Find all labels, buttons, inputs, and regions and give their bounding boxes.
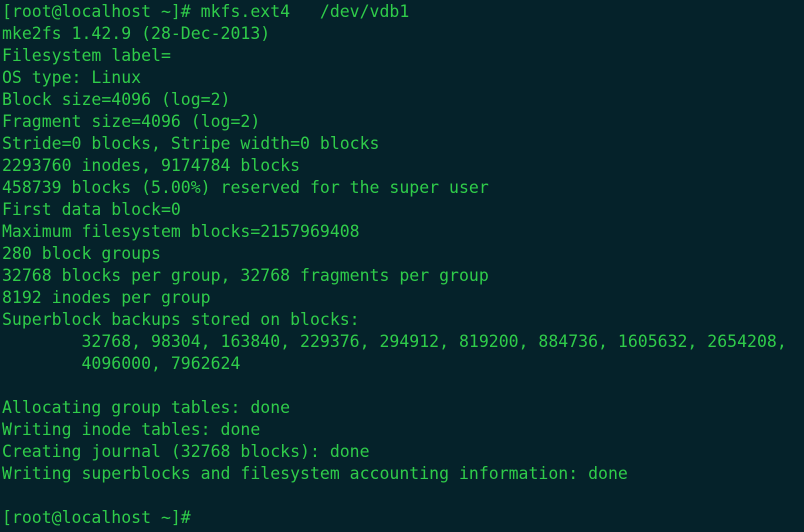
terminal-line-writing-superblocks: Writing superblocks and filesystem accou… [2, 463, 804, 485]
terminal-line-blocks-per-group: 32768 blocks per group, 32768 fragments … [2, 265, 804, 287]
terminal-line-blank-1 [2, 375, 804, 397]
terminal-window[interactable]: [root@localhost ~]# mkfs.ext4 /dev/vdb1 … [0, 0, 804, 532]
terminal-line-inodes-blocks: 2293760 inodes, 9174784 blocks [2, 155, 804, 177]
terminal-prompt-line[interactable]: [root@localhost ~]# [2, 507, 804, 529]
terminal-line-stride-stripe: Stride=0 blocks, Stripe width=0 blocks [2, 133, 804, 155]
terminal-line-allocating-group-tables: Allocating group tables: done [2, 397, 804, 419]
terminal-line-blank-2 [2, 485, 804, 507]
terminal-line-fragment-size: Fragment size=4096 (log=2) [2, 111, 804, 133]
terminal-line-block-size: Block size=4096 (log=2) [2, 89, 804, 111]
terminal-line-superblock-backups-2: 4096000, 7962624 [2, 353, 804, 375]
terminal-line-max-fs-blocks: Maximum filesystem blocks=2157969408 [2, 221, 804, 243]
terminal-line-reserved-blocks: 458739 blocks (5.00%) reserved for the s… [2, 177, 804, 199]
terminal-line-superblock-header: Superblock backups stored on blocks: [2, 309, 804, 331]
terminal-line-fs-label: Filesystem label= [2, 45, 804, 67]
terminal-line-creating-journal: Creating journal (32768 blocks): done [2, 441, 804, 463]
terminal-line-block-groups: 280 block groups [2, 243, 804, 265]
terminal-line-first-data-block: First data block=0 [2, 199, 804, 221]
terminal-line-writing-inode-tables: Writing inode tables: done [2, 419, 804, 441]
terminal-line-command: [root@localhost ~]# mkfs.ext4 /dev/vdb1 [2, 1, 804, 23]
terminal-line-os-type: OS type: Linux [2, 67, 804, 89]
terminal-line-superblock-backups-1: 32768, 98304, 163840, 229376, 294912, 81… [2, 331, 804, 353]
terminal-line-version: mke2fs 1.42.9 (28-Dec-2013) [2, 23, 804, 45]
terminal-line-inodes-per-group: 8192 inodes per group [2, 287, 804, 309]
